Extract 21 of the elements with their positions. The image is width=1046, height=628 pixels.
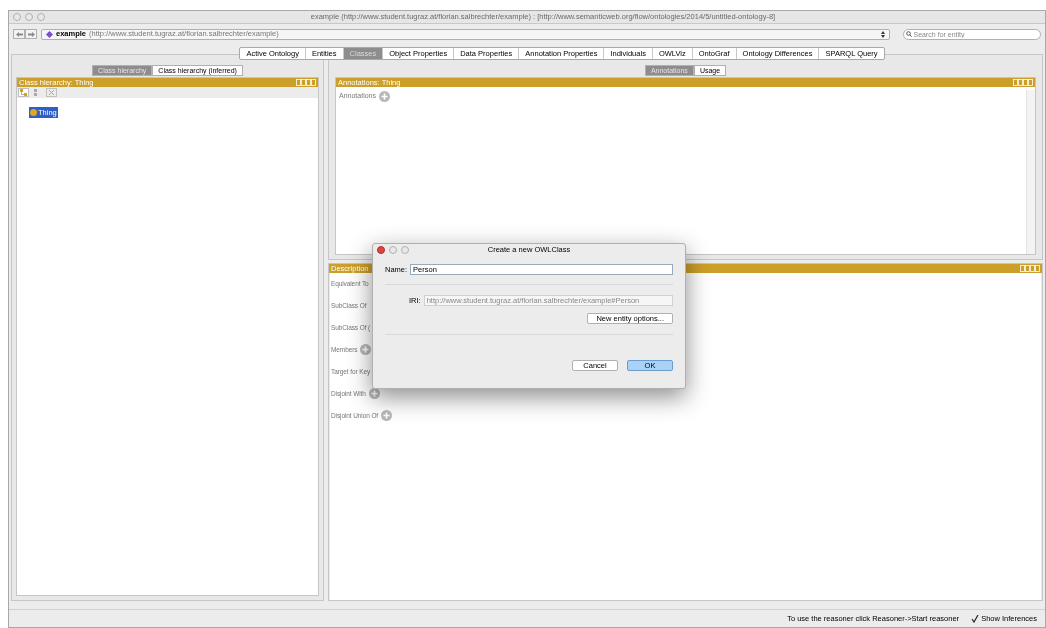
add-icon[interactable]	[360, 344, 372, 355]
checkmark-icon	[971, 614, 980, 623]
view-controls-icon[interactable]	[296, 79, 316, 86]
ontology-icon	[46, 30, 53, 38]
delete-icon	[48, 89, 55, 96]
view-controls-icon[interactable]	[1020, 265, 1040, 272]
search-icon	[905, 31, 912, 37]
delete-class-button[interactable]	[46, 88, 57, 97]
dropdown-arrows-icon	[880, 30, 885, 38]
hierarchy-icon	[20, 89, 27, 96]
view-controls-icon[interactable]	[1013, 79, 1033, 86]
checkbox[interactable]	[971, 614, 980, 623]
add-icon[interactable]	[379, 90, 390, 102]
add-icon[interactable]	[368, 388, 380, 399]
add-icon[interactable]	[381, 410, 393, 421]
class-icon	[30, 109, 37, 116]
add-subclass-button[interactable]	[18, 88, 29, 97]
hierarchy-icon	[32, 89, 39, 96]
forward-button[interactable]	[25, 29, 37, 39]
window-controls-icon	[377, 246, 409, 254]
back-button[interactable]	[13, 29, 25, 39]
